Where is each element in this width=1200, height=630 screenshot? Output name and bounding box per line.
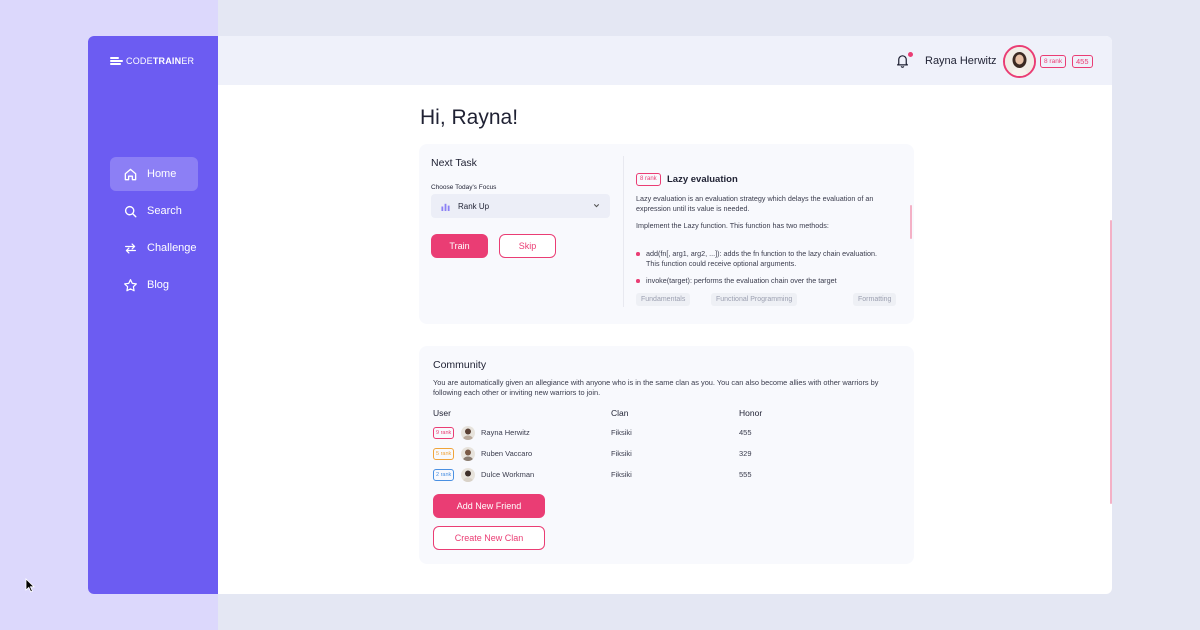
- sidebar-nav: Home Search Challenge Blog: [110, 157, 198, 305]
- sidebar-item-label: Home: [147, 168, 177, 180]
- top-bar: Rayna Herwitz 8 rank 455: [218, 36, 1112, 85]
- kata-rank-badge: 8 rank: [636, 173, 661, 186]
- kata-tag[interactable]: Fundamentals: [636, 293, 691, 306]
- community-title: Community: [433, 359, 487, 371]
- sidebar-item-label: Challenge: [147, 242, 197, 254]
- community-card: Community You are automatically given an…: [419, 346, 914, 564]
- sidebar-item-label: Search: [147, 205, 182, 217]
- search-icon: [122, 203, 138, 219]
- clan-cell: Fiksiki: [611, 428, 632, 437]
- kata-tag[interactable]: Functional Programming: [711, 293, 798, 306]
- user-rank-badge: 8 rank: [1040, 55, 1067, 68]
- mouse-cursor-icon: [25, 578, 35, 598]
- logo[interactable]: CODETRAINER: [110, 56, 194, 66]
- user-cell: Rayna Herwitz: [481, 428, 530, 437]
- page-scrollbar[interactable]: [1110, 220, 1112, 504]
- avatar-photo: [1005, 47, 1034, 76]
- focus-label: Choose Today's Focus: [431, 184, 497, 191]
- avatar: [461, 426, 475, 440]
- add-friend-button[interactable]: Add New Friend: [433, 494, 545, 518]
- user-honor-badge: 455: [1072, 55, 1093, 68]
- next-task-card: Next Task Choose Today's Focus Rank Up T…: [419, 144, 914, 324]
- kata-scrollbar[interactable]: [910, 205, 912, 239]
- avatar: [461, 468, 475, 482]
- kata-tag[interactable]: Formatting: [853, 293, 897, 306]
- clan-cell: Fiksiki: [611, 449, 632, 458]
- kata-instruction: Implement the Lazy function. This functi…: [636, 221, 829, 230]
- sidebar-item-blog[interactable]: Blog: [110, 268, 198, 302]
- sidebar-item-challenge[interactable]: Challenge: [110, 231, 198, 265]
- avatar: [461, 447, 475, 461]
- sidebar-item-label: Blog: [147, 279, 170, 291]
- notification-badge: [907, 51, 914, 58]
- sidebar: CODETRAINER Home Search Challenge Blog: [88, 36, 218, 594]
- kata-title[interactable]: Lazy evaluation: [667, 174, 738, 185]
- rank-badge: 5 rank: [433, 448, 455, 460]
- train-button[interactable]: Train: [431, 234, 488, 258]
- chevron-down-icon: [593, 204, 600, 208]
- honor-cell: 329: [739, 449, 752, 458]
- focus-select[interactable]: Rank Up: [431, 194, 610, 218]
- next-task-title: Next Task: [431, 157, 477, 169]
- home-icon: [122, 166, 138, 182]
- user-cell: Ruben Vaccaro: [481, 449, 533, 458]
- card-divider: [623, 156, 624, 307]
- bar-chart-icon: [441, 203, 450, 211]
- column-header-clan: Clan: [611, 408, 629, 418]
- rank-badge: 9 rank: [433, 427, 455, 439]
- avatar[interactable]: [1003, 45, 1036, 78]
- honor-cell: 555: [739, 470, 752, 479]
- sidebar-item-search[interactable]: Search: [110, 194, 198, 228]
- clan-cell: Fiksiki: [611, 470, 632, 479]
- kata-description: Lazy evaluation is an evaluation strateg…: [636, 194, 874, 213]
- skip-button[interactable]: Skip: [499, 234, 556, 258]
- user-name[interactable]: Rayna Herwitz: [925, 55, 997, 67]
- kata-method: invoke(target): performs the evaluation …: [646, 276, 837, 285]
- rank-badge: 2 rank: [433, 469, 455, 481]
- bullet-dot: [636, 252, 640, 256]
- community-description: You are automatically given an allegianc…: [433, 378, 879, 397]
- bullet-dot: [636, 279, 640, 283]
- logo-icon: [110, 57, 123, 65]
- create-clan-button[interactable]: Create New Clan: [433, 526, 545, 550]
- app-window: CODETRAINER Home Search Challenge Blog R…: [88, 36, 1112, 594]
- column-header-user: User: [433, 408, 451, 418]
- notifications-button[interactable]: [895, 51, 914, 69]
- star-icon: [122, 277, 138, 293]
- kata-method: add(fn[, arg1, arg2, ...]): adds the fn …: [646, 249, 877, 268]
- sidebar-item-home[interactable]: Home: [110, 157, 198, 191]
- column-header-honor: Honor: [739, 408, 763, 418]
- user-cell: Dulce Workman: [481, 470, 535, 479]
- honor-cell: 455: [739, 428, 752, 437]
- focus-value: Rank Up: [458, 201, 490, 211]
- swap-arrows-icon: [122, 240, 138, 256]
- page-title: Hi, Rayna!: [420, 106, 519, 129]
